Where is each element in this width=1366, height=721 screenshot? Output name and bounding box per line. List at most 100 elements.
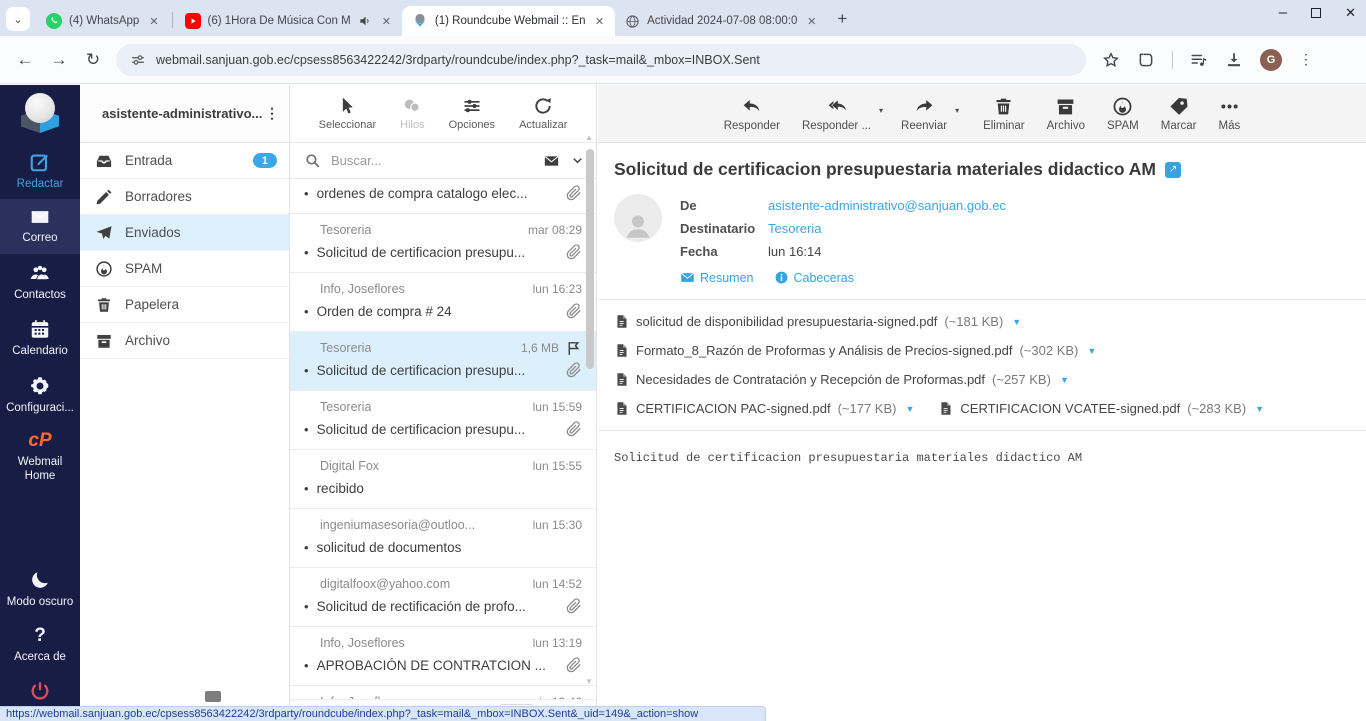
- folder-enviados[interactable]: Enviados: [80, 215, 289, 251]
- refresh-icon: [533, 96, 553, 116]
- sidebar-item-redactar[interactable]: Redactar: [0, 143, 80, 199]
- search-input[interactable]: [331, 153, 532, 168]
- message-subject: Solicitud de rectificación de profo...: [317, 599, 558, 614]
- bookmark-star-icon[interactable]: [1102, 51, 1120, 69]
- list-item[interactable]: ingeniumasesoria@outloo...lun 15:30 •sol…: [290, 509, 596, 568]
- folder-entrada[interactable]: Entrada 1: [80, 143, 289, 179]
- folder-actions-icon[interactable]: [205, 691, 221, 702]
- list-item[interactable]: digitalfoox@yahoo.comlun 14:52 •Solicitu…: [290, 568, 596, 627]
- mark-button[interactable]: Marcar: [1161, 96, 1197, 132]
- window-minimize-button[interactable]: –: [1279, 4, 1287, 21]
- select-button[interactable]: Seleccionar: [319, 96, 376, 131]
- tab-title: (4) WhatsApp: [69, 15, 139, 27]
- list-item[interactable]: Tesorerialun 15:59 •Solicitud de certifi…: [290, 391, 596, 450]
- close-icon[interactable]: ✕: [804, 14, 819, 29]
- sidebar-item-configuracion[interactable]: Configuraci...: [0, 367, 80, 423]
- to-address[interactable]: Tesoreria: [768, 221, 821, 236]
- forward-button[interactable]: Reenviar ▾: [901, 96, 947, 132]
- tab-actividad[interactable]: Actividad 2024-07-08 08:00:00 ✕: [615, 6, 827, 36]
- sidebar-item-modo-oscuro[interactable]: Modo oscuro: [0, 561, 80, 617]
- back-button[interactable]: ←: [8, 50, 42, 70]
- options-button[interactable]: Opciones: [449, 96, 495, 131]
- tab-youtube[interactable]: (6) 1Hora De Música Con M ✕: [175, 6, 402, 36]
- list-item[interactable]: Info, Josefloreslun 16:23 •Orden de comp…: [290, 273, 596, 332]
- address-bar[interactable]: webmail.sanjuan.gob.ec/cpsess8563422242/…: [116, 44, 1086, 76]
- new-tab-button[interactable]: +: [837, 9, 847, 29]
- close-icon[interactable]: ✕: [379, 14, 394, 29]
- profile-avatar[interactable]: G: [1260, 49, 1282, 71]
- chevron-down-icon[interactable]: [571, 154, 584, 167]
- threads-button[interactable]: Hilos: [400, 96, 424, 131]
- list-scrollbar[interactable]: [586, 149, 594, 369]
- audio-speaker-icon[interactable]: [358, 14, 372, 28]
- search-icon: [304, 152, 321, 169]
- attachment-item[interactable]: solicitud de disponibilidad presupuestar…: [614, 313, 1021, 330]
- list-item[interactable]: •ordenes de compra catalogo elec...: [290, 179, 596, 214]
- unread-badge: 1: [253, 153, 277, 168]
- headers-link[interactable]: Cabeceras: [774, 270, 854, 285]
- close-icon[interactable]: ✕: [146, 14, 161, 29]
- scroll-down-icon[interactable]: ▼: [585, 677, 593, 686]
- reply-all-button[interactable]: Responder ... ▾: [802, 96, 871, 132]
- summary-link[interactable]: Resumen: [680, 270, 754, 285]
- chevron-down-icon[interactable]: ▼: [1010, 317, 1021, 327]
- window-close-button[interactable]: ✕: [1345, 5, 1356, 21]
- message-subject: Solicitud de certificacion presupu...: [317, 422, 558, 437]
- refresh-button[interactable]: Actualizar: [519, 96, 567, 131]
- open-in-new-window-icon[interactable]: ↗: [1165, 162, 1181, 178]
- chrome-menu-icon[interactable]: ⋮: [1299, 51, 1313, 68]
- window-maximize-button[interactable]: [1311, 8, 1321, 18]
- tab-search-button[interactable]: ⌄: [6, 7, 30, 31]
- sidebar-item-correo[interactable]: Correo: [0, 199, 80, 253]
- list-item-selected[interactable]: Tesoreria1,6 MB •Solicitud de certificac…: [290, 332, 596, 391]
- moon-icon: [29, 569, 51, 591]
- reload-button[interactable]: ↻: [76, 50, 110, 70]
- folder-papelera[interactable]: Papelera: [80, 287, 289, 323]
- list-item[interactable]: Info, Josefloreslun 13:19 •APROBACIÓN DE…: [290, 627, 596, 686]
- sidebar-item-acerca-de[interactable]: ? Acerca de: [0, 618, 80, 672]
- sidebar-item-contactos[interactable]: Contactos: [0, 254, 80, 310]
- folder-archivo[interactable]: Archivo: [80, 323, 289, 359]
- attachment-item[interactable]: CERTIFICACION VCATEE-signed.pdf (~283 KB…: [938, 400, 1264, 417]
- list-item[interactable]: Digital Foxlun 15:55 •recibido: [290, 450, 596, 509]
- forward-button[interactable]: →: [42, 50, 76, 70]
- folder-spam[interactable]: SPAM: [80, 251, 289, 287]
- account-menu-icon[interactable]: ⋮: [265, 105, 279, 122]
- toolbar-divider: [1172, 51, 1173, 69]
- tab-roundcube[interactable]: (1) Roundcube Webmail :: Envia ✕: [402, 6, 615, 36]
- attachment-item[interactable]: CERTIFICACION PAC-signed.pdf (~177 KB) ▼: [614, 400, 914, 417]
- paperclip-icon: [566, 598, 582, 614]
- folder-borradores[interactable]: Borradores: [80, 179, 289, 215]
- chevron-down-icon[interactable]: ▼: [1058, 375, 1069, 385]
- from-address[interactable]: asistente-administrativo@sanjuan.gob.ec: [768, 198, 1006, 213]
- delete-button[interactable]: Eliminar: [983, 96, 1025, 132]
- list-item[interactable]: Info, Josefloresvie 13:46 •COMUNICADO: [290, 686, 596, 699]
- flag-icon[interactable]: [565, 340, 582, 357]
- chevron-down-icon[interactable]: ▾: [955, 106, 959, 115]
- chevron-down-icon[interactable]: ▾: [879, 106, 883, 115]
- mail-scope-icon[interactable]: [542, 153, 561, 169]
- media-controls-icon[interactable]: [1190, 51, 1208, 69]
- trash-icon: [95, 296, 113, 314]
- sidebar-item-calendario[interactable]: Calendario: [0, 310, 80, 366]
- compose-icon: [29, 151, 51, 173]
- close-icon[interactable]: ✕: [592, 14, 607, 29]
- site-settings-icon[interactable]: [130, 52, 146, 68]
- account-header[interactable]: asistente-administrativo... ⋮: [80, 85, 289, 143]
- more-button[interactable]: Más: [1219, 96, 1241, 132]
- attachment-item[interactable]: Formato_8_Razón de Proformas y Análisis …: [614, 342, 1096, 359]
- chevron-down-icon[interactable]: ▼: [1253, 404, 1264, 414]
- message-date: mar 08:29: [528, 223, 582, 237]
- downloads-icon[interactable]: [1225, 51, 1243, 69]
- spam-button[interactable]: SPAM: [1107, 96, 1139, 132]
- archive-button[interactable]: Archivo: [1047, 96, 1085, 132]
- reply-button[interactable]: Responder: [724, 96, 780, 132]
- attachment-item[interactable]: Necesidades de Contratación y Recepción …: [614, 371, 1069, 388]
- side-panel-icon[interactable]: [1137, 51, 1155, 69]
- list-item[interactable]: Tesoreriamar 08:29 •Solicitud de certifi…: [290, 214, 596, 273]
- scroll-up-icon[interactable]: ▲: [585, 133, 593, 142]
- sidebar-item-webmail-home[interactable]: cP Webmail Home: [0, 423, 80, 492]
- chevron-down-icon[interactable]: ▼: [903, 404, 914, 414]
- chevron-down-icon[interactable]: ▼: [1085, 346, 1096, 356]
- tab-whatsapp[interactable]: (4) WhatsApp ✕: [36, 6, 170, 36]
